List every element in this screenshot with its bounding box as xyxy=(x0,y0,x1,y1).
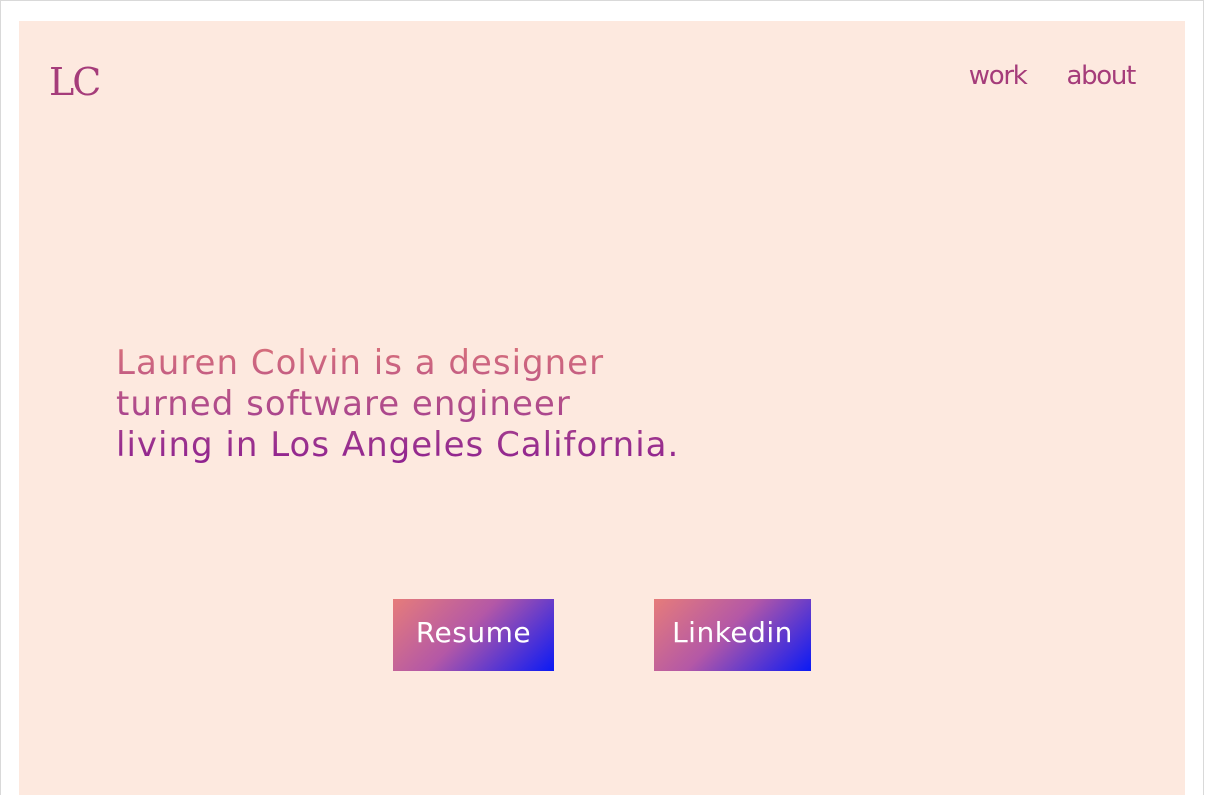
main-nav: work about xyxy=(969,61,1137,91)
hero-line-3: living in Los Angeles California. xyxy=(116,425,680,465)
page: LC work about Lauren Colvin is a designe… xyxy=(19,21,1185,795)
hero-line-1: Lauren Colvin is a designer xyxy=(116,343,605,383)
nav-about-link[interactable]: about xyxy=(1066,61,1136,91)
hero-headline: Lauren Colvin is a designer turned softw… xyxy=(116,343,679,466)
logo[interactable]: LC xyxy=(49,63,101,101)
resume-button[interactable]: Resume xyxy=(393,599,554,671)
linkedin-button[interactable]: Linkedin xyxy=(654,599,811,671)
nav-work-link[interactable]: work xyxy=(969,61,1028,91)
hero-line-2: turned software engineer xyxy=(116,384,571,424)
